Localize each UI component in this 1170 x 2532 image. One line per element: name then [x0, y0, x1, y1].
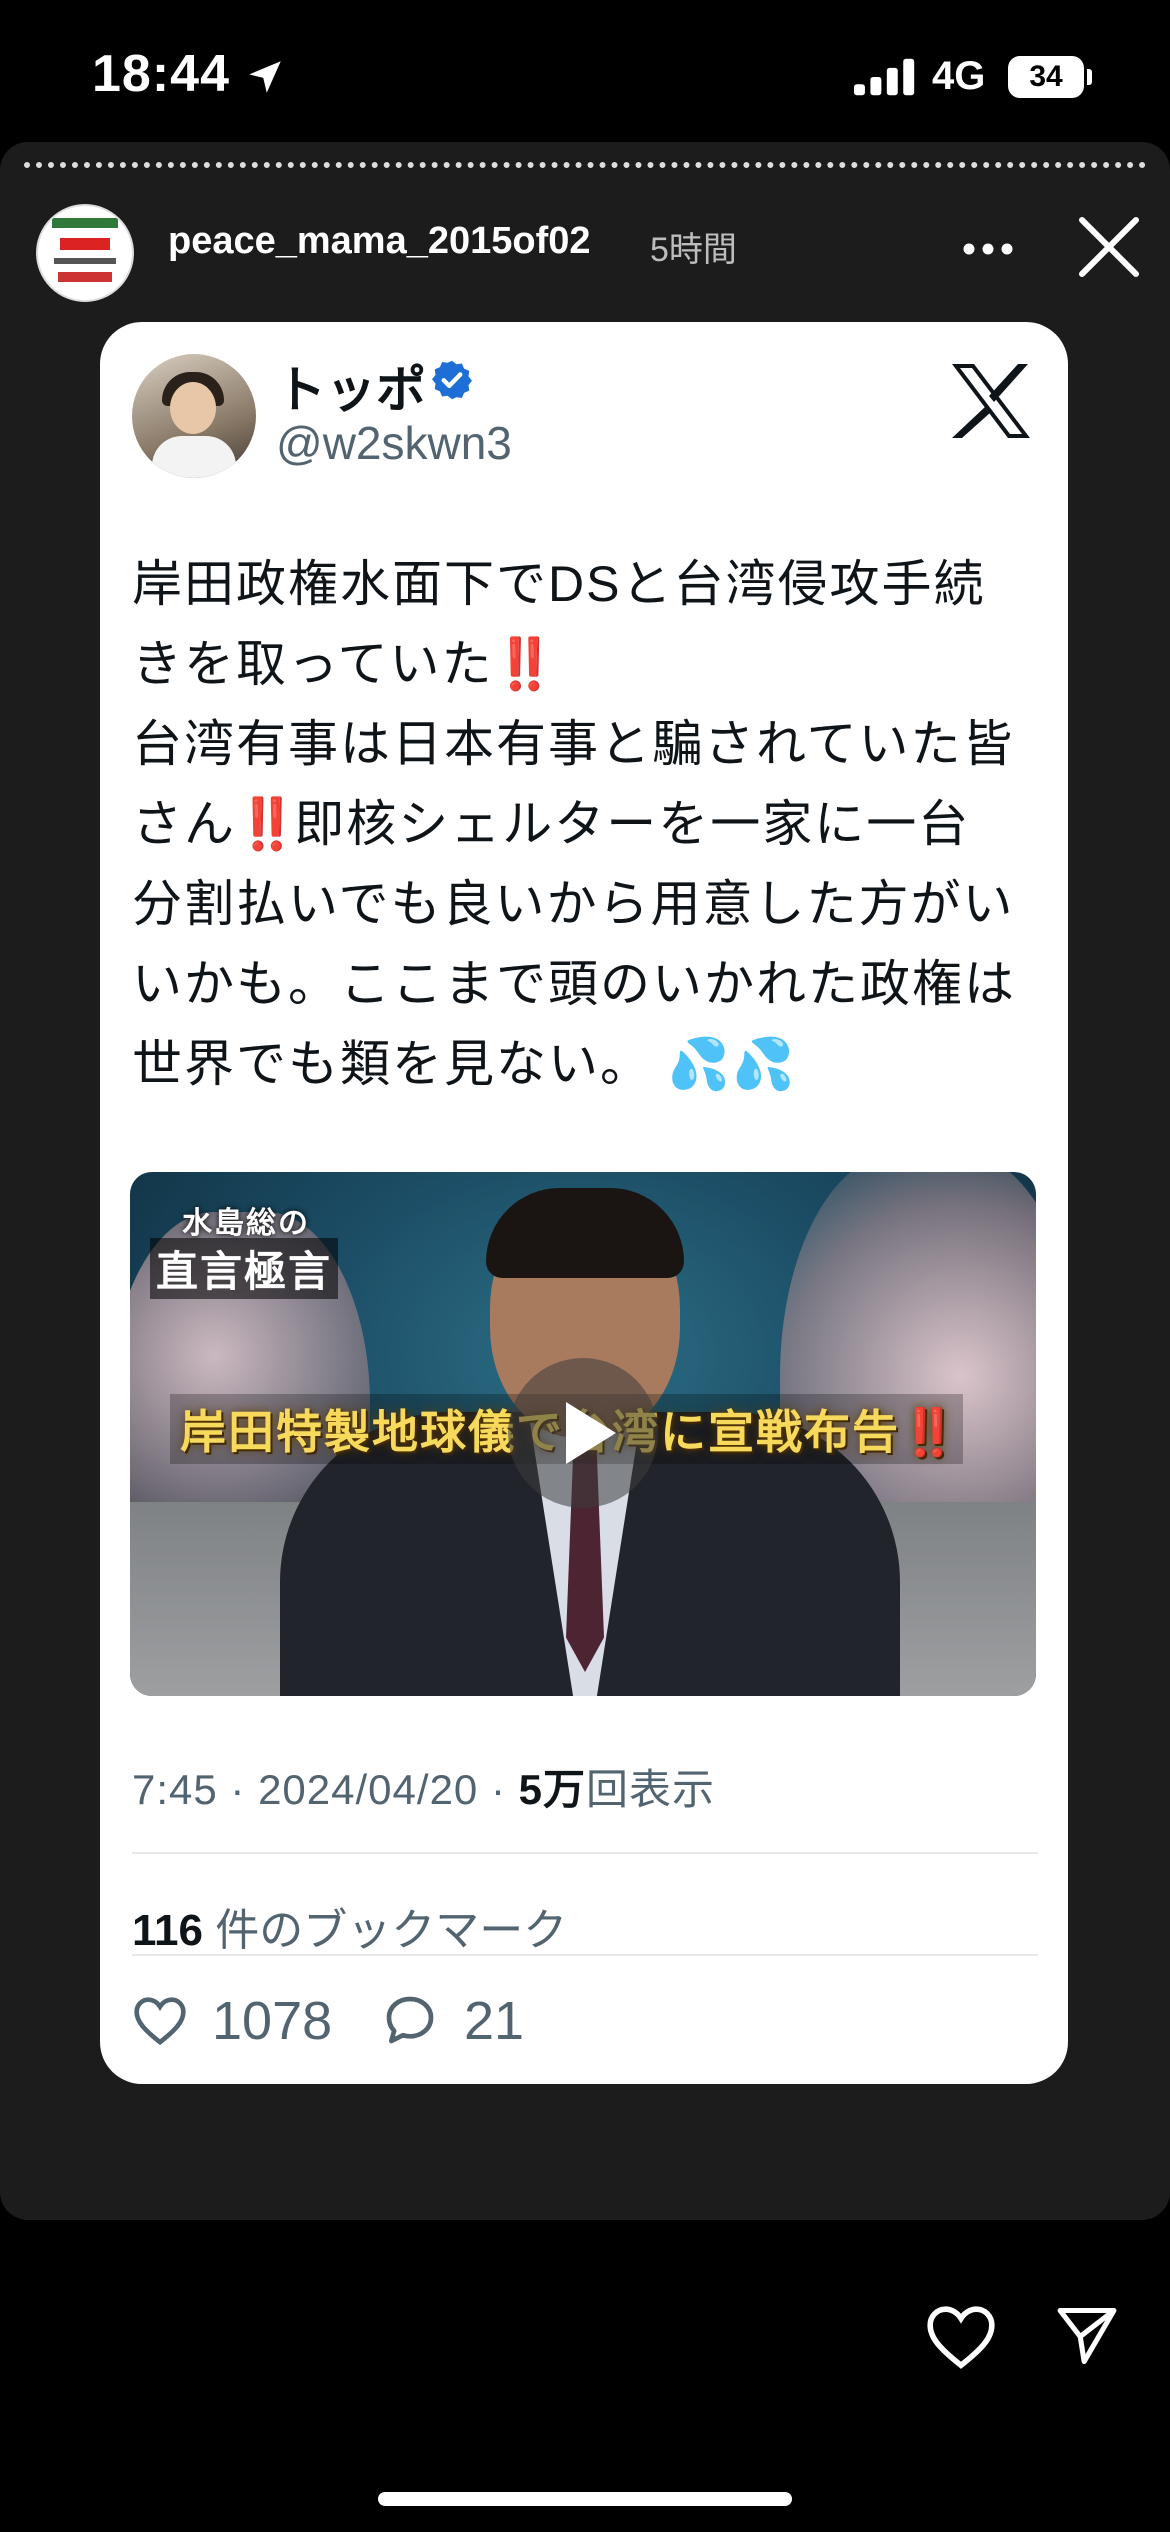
sweat-drops-emoji: 💦💦: [667, 1036, 797, 1092]
tweet-time: 7:45: [132, 1766, 218, 1813]
bookmarks-label: 件のブックマーク: [202, 1906, 568, 1955]
reply-bubble-icon[interactable]: [382, 1992, 438, 2048]
tweet-date: 2024/04/20: [258, 1766, 479, 1813]
tweet-text-line: 分割払いでも良いから用意した方がい: [132, 876, 1015, 932]
like-count: 1078: [212, 1991, 333, 2051]
battery-tip: [1087, 69, 1092, 85]
x-logo-icon: [952, 364, 1030, 438]
divider: [132, 1852, 1038, 1854]
double-exclamation-emoji: ‼️: [236, 796, 298, 852]
bookmark-count: 116 件のブックマーク: [132, 1894, 567, 1958]
story-user-avatar[interactable]: [36, 204, 134, 302]
story-progress-bar: [24, 162, 1146, 168]
close-icon[interactable]: [1074, 212, 1144, 282]
tweet-text-line: さん: [132, 796, 236, 852]
status-time: 18:44: [92, 45, 230, 103]
reply-count: 21: [464, 1991, 525, 2051]
story-username[interactable]: peace_mama_2015of02: [168, 220, 591, 263]
divider: [132, 1954, 1038, 1956]
video-program-title: 直言極言: [150, 1238, 339, 1299]
tweet-author-avatar: [132, 354, 256, 478]
meta-separator: ·: [478, 1766, 519, 1813]
tweet-display-name: トッポ: [276, 362, 426, 418]
story-like-heart-icon[interactable]: [924, 2302, 998, 2370]
bookmarks-number: 116: [132, 1906, 203, 1955]
network-type: 4G: [932, 54, 986, 98]
story-viewer[interactable]: peace_mama_2015of02 5時間 トッポ @w2skwn3 岸田政…: [0, 142, 1170, 2220]
tweet-views-count: 5万: [518, 1766, 586, 1813]
location-arrow-icon: [249, 61, 281, 93]
double-exclamation-emoji: ‼️: [900, 1406, 957, 1458]
tweet-text-line: 世界でも類を見ない。: [132, 1036, 652, 1092]
tweet-card[interactable]: トッポ @w2skwn3 岸田政権水面下でDSと台湾侵攻手続 きを取っていた‼️…: [100, 322, 1068, 2084]
tweet-text-line: 即核シェルターを一家に一台: [294, 796, 971, 852]
more-options-icon[interactable]: [962, 242, 1014, 256]
tweet-text-line: きを取っていた: [132, 636, 494, 692]
tweet-video[interactable]: 水島総の 直言極言 岸田特製地球儀で台湾に宣戦布告‼️: [130, 1172, 1036, 1696]
meta-separator: ·: [217, 1766, 259, 1813]
video-program-name: 水島総の: [182, 1207, 310, 1240]
tweet-text-line: 台湾有事は日本有事と騙されていた皆: [132, 716, 1015, 772]
tweet-views-label: 回表示: [585, 1766, 715, 1813]
like-heart-icon[interactable]: [132, 1994, 188, 2046]
double-exclamation-emoji: ‼️: [493, 636, 556, 692]
battery-indicator: 34: [1008, 56, 1084, 98]
send-message-icon[interactable]: [1052, 2302, 1122, 2370]
story-time-ago: 5時間: [650, 231, 737, 269]
tweet-body: 岸田政権水面下でDSと台湾侵攻手続 きを取っていた‼️ 台湾有事は日本有事と騙さ…: [132, 544, 1042, 1104]
tweet-handle: @w2skwn3: [276, 417, 512, 469]
tweet-meta: 7:45 · 2024/04/20 · 5万回表示: [132, 1756, 715, 1817]
play-icon: [566, 1402, 616, 1464]
tweet-text-line: 岸田政権水面下でDSと台湾侵攻手続: [132, 556, 986, 612]
status-bar: 18:44 4G 34: [0, 0, 1170, 140]
home-indicator[interactable]: [378, 2492, 792, 2506]
cellular-signal-icon: [854, 58, 915, 96]
verified-badge-icon: [432, 360, 472, 400]
tweet-text-line: いかも。ここまで頭のいかれた政権は: [132, 956, 1016, 1012]
play-button[interactable]: [508, 1358, 658, 1508]
